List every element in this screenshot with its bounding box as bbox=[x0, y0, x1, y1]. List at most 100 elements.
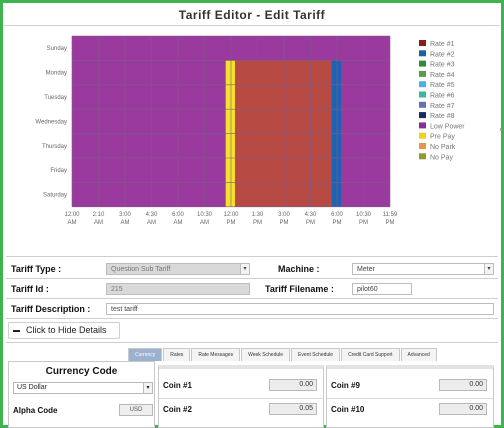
x-tick-label: 1:30 bbox=[252, 212, 264, 218]
tab-event-schedule[interactable]: Event Schedule bbox=[291, 348, 341, 361]
chevron-down-icon: ▾ bbox=[240, 264, 249, 274]
tab-currency[interactable]: Currency bbox=[128, 348, 163, 361]
tab-rates[interactable]: Rates bbox=[163, 348, 191, 361]
scroll-right-icon[interactable]: ▸ bbox=[500, 126, 503, 133]
x-tick-label: 6:00 bbox=[172, 212, 184, 218]
row-divider bbox=[6, 318, 498, 319]
x-tick-label: PM bbox=[333, 220, 342, 226]
tab-rate-messages[interactable]: Rate Messages bbox=[191, 348, 241, 361]
chevron-down-icon: ▾ bbox=[143, 383, 152, 393]
legend-swatch bbox=[419, 153, 426, 160]
legend-swatch bbox=[419, 101, 426, 108]
x-tick-label: PM bbox=[227, 220, 236, 226]
machine-label: Machine : bbox=[278, 264, 320, 274]
legend-label: Rate #4 bbox=[430, 72, 455, 79]
x-tick-label: 10:30 bbox=[356, 212, 372, 218]
x-tick-label: 3:00 bbox=[278, 212, 290, 218]
machine-select[interactable]: Meter ▾ bbox=[352, 263, 494, 275]
x-tick-label: AM bbox=[174, 220, 183, 226]
coin-divider bbox=[159, 398, 323, 399]
prepay-block bbox=[225, 60, 235, 85]
legend-swatch bbox=[419, 60, 426, 67]
y-tick-label: Friday bbox=[50, 168, 67, 174]
schedule-chart-svg: 12:00 AM 2:10 AM 3:00 AM 4:30 AM 6:00 AM 10:30 AM 12… bbox=[35, 35, 465, 226]
rate1-block bbox=[234, 109, 332, 134]
tab-advanced[interactable]: Advanced bbox=[400, 348, 437, 361]
weekly-schedule-chart: 12:00 AM 2:10 AM 3:00 AM 4:30 AM 6:00 AM 10:30 AM 12… bbox=[4, 28, 498, 250]
coin-divider bbox=[327, 398, 493, 399]
coin-row: Coin #9 0.00 bbox=[331, 379, 489, 392]
row-divider bbox=[6, 298, 498, 299]
legend-swatch bbox=[419, 91, 426, 98]
x-tick-label: 6:00 bbox=[331, 212, 343, 218]
currency-panel: Currency Code US Dollar ▾ Alpha Code USD bbox=[8, 361, 155, 428]
rate2-block bbox=[331, 182, 341, 207]
tab-week-schedule[interactable]: Week Schedule bbox=[241, 348, 291, 361]
section-divider bbox=[6, 342, 498, 343]
legend-label: Rate #6 bbox=[430, 93, 455, 100]
coin-value-field[interactable]: 0.00 bbox=[439, 403, 487, 415]
tariff-filename-value: pilot60 bbox=[357, 286, 378, 293]
currency-select[interactable]: US Dollar ▾ bbox=[13, 382, 153, 394]
row-divider bbox=[6, 278, 498, 279]
currency-select-value: US Dollar bbox=[17, 384, 47, 391]
rate1-block bbox=[234, 133, 332, 158]
x-tick-label: 12:00 bbox=[223, 212, 239, 218]
coin-label: Coin #2 bbox=[163, 405, 192, 414]
tariff-id-field[interactable]: 215 bbox=[106, 283, 250, 295]
x-tick-label: 2:10 bbox=[93, 212, 105, 218]
legend-label: Rate #8 bbox=[430, 113, 455, 120]
legend-swatch bbox=[419, 122, 426, 129]
tariff-type-value: Question Sub Tariff bbox=[111, 266, 171, 273]
tariff-filename-field[interactable]: pilot60 bbox=[352, 283, 412, 295]
legend-swatch bbox=[419, 50, 426, 57]
x-tick-label: PM bbox=[386, 220, 395, 226]
chevron-down-icon: ▾ bbox=[484, 264, 493, 274]
x-tick-label: 11:59 bbox=[383, 212, 398, 218]
tab-credit-card-support[interactable]: Credit Card Support bbox=[341, 348, 400, 361]
y-tick-label: Wednesday bbox=[35, 119, 67, 125]
rate2-block bbox=[331, 133, 341, 158]
legend-label: Rate #7 bbox=[430, 103, 455, 110]
x-tick-label: AM bbox=[68, 220, 77, 226]
tariff-type-field[interactable]: Question Sub Tariff ▾ bbox=[106, 263, 250, 275]
coin-row: Coin #2 0.05 bbox=[163, 403, 319, 416]
legend-label: Pre Pay bbox=[430, 134, 455, 141]
x-tick-label: PM bbox=[359, 220, 368, 226]
coin-value-field[interactable]: 0.05 bbox=[269, 403, 317, 415]
legend-swatch bbox=[419, 70, 426, 77]
tariff-description-field[interactable]: test tariff bbox=[106, 303, 494, 315]
x-tick-label: 3:00 bbox=[119, 212, 131, 218]
y-tick-label: Tuesday bbox=[44, 95, 67, 101]
legend-label: No Pay bbox=[430, 154, 453, 161]
coin-label: Coin #10 bbox=[331, 405, 365, 414]
currency-panel-title: Currency Code bbox=[45, 366, 118, 377]
machine-value: Meter bbox=[357, 266, 375, 273]
x-tick-label: 4:30 bbox=[146, 212, 158, 218]
alpha-code-field[interactable]: USD bbox=[119, 404, 153, 416]
legend-label: Rate #5 bbox=[430, 82, 455, 89]
tariff-description-value: test tariff bbox=[111, 306, 138, 313]
x-tick-label: PM bbox=[253, 220, 262, 226]
x-tick-label: AM bbox=[121, 220, 130, 226]
tariff-id-value: 215 bbox=[111, 286, 123, 293]
tariff-id-label: Tariff Id : bbox=[11, 284, 49, 294]
page-title: Tariff Editor - Edit Tariff bbox=[178, 8, 326, 22]
legend-label: Rate #2 bbox=[430, 51, 455, 58]
legend-swatch bbox=[419, 112, 426, 119]
hide-details-button[interactable]: Click to Hide Details bbox=[8, 322, 120, 339]
coin-row: Coin #1 0.00 bbox=[163, 379, 319, 392]
y-tick-label: Thursday bbox=[42, 144, 67, 150]
x-tick-label: AM bbox=[200, 220, 209, 226]
coin-value-field[interactable]: 0.00 bbox=[439, 379, 487, 391]
tariff-type-label: Tariff Type : bbox=[11, 264, 62, 274]
rate2-block bbox=[331, 158, 341, 183]
title-divider bbox=[4, 25, 500, 26]
y-tick-label: Monday bbox=[46, 71, 67, 77]
form-divider bbox=[6, 256, 498, 257]
coin-value-field[interactable]: 0.00 bbox=[269, 379, 317, 391]
prepay-block bbox=[225, 109, 235, 134]
x-tick-label: PM bbox=[280, 220, 289, 226]
tariff-description-label: Tariff Description : bbox=[11, 304, 91, 314]
legend-label: No Park bbox=[430, 144, 456, 151]
